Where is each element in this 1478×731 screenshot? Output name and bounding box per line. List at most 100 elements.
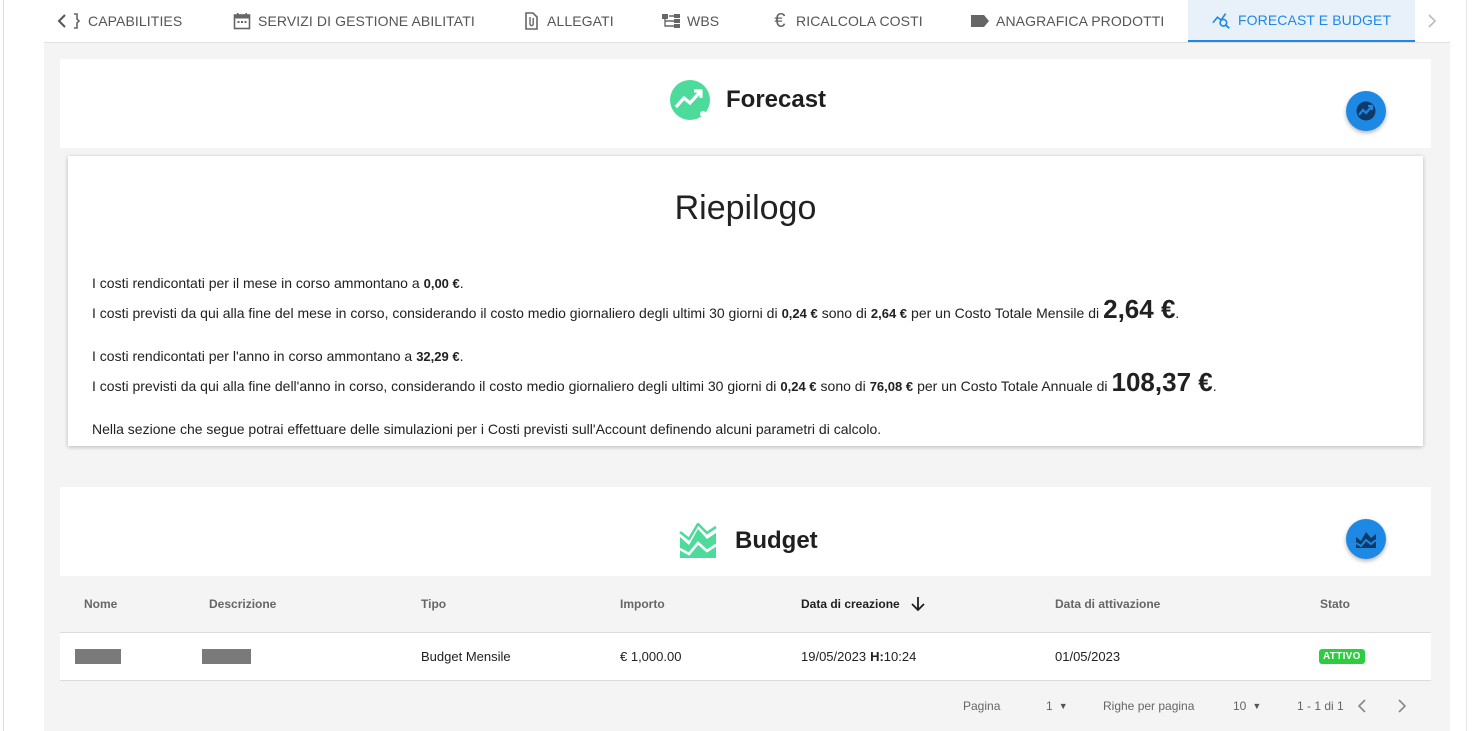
year-forecast-text: I costi previsti da qui alla fine dell'a…: [92, 378, 777, 394]
column-header-data-attivazione[interactable]: Data di attivazione: [1055, 576, 1160, 632]
year-total-suffix: .: [1212, 378, 1217, 394]
column-header-tipo[interactable]: Tipo: [421, 576, 446, 632]
year-current-suffix: .: [459, 348, 464, 364]
tab-capabilities[interactable]: CAPABILITIES: [68, 0, 182, 42]
budget-chart-icon: [1355, 532, 1377, 548]
page-label: Pagina: [963, 699, 1001, 713]
tab-label: CAPABILITIES: [88, 13, 183, 29]
cell-tipo: Budget Mensile: [421, 649, 511, 664]
chevron-left-icon: [1358, 699, 1366, 713]
cell-descrizione: [202, 633, 251, 680]
cell-nome: [75, 633, 121, 680]
rows-per-page-label: Righe per pagina: [1103, 699, 1195, 713]
year-total-value: 108,37 €: [1111, 367, 1213, 397]
budget-title: Budget: [679, 523, 818, 559]
tab-ricalcola-costi[interactable]: € RICALCOLA COSTI: [770, 0, 923, 42]
tab-bar: CAPABILITIES SERVIZI DI GESTIONE ABILITA…: [44, 0, 1450, 43]
budget-chart-button[interactable]: [1346, 519, 1386, 559]
redacted-block: [75, 649, 121, 664]
year-forecast-mid: sono di: [820, 378, 866, 394]
tab-label: WBS: [687, 13, 720, 29]
tab-forecast-budget[interactable]: FORECAST E BUDGET: [1188, 0, 1415, 42]
tab-label: FORECAST E BUDGET: [1238, 12, 1392, 28]
budget-title-text: Budget: [735, 527, 818, 554]
cell-stato: ATTIVO: [1319, 633, 1365, 680]
chevron-right-icon: [1398, 699, 1406, 713]
tab-wbs[interactable]: WBS: [661, 0, 719, 42]
forecast-chart-icon: [670, 80, 710, 120]
status-badge: ATTIVO: [1319, 649, 1365, 664]
year-daily-value: 0,24 €: [780, 379, 817, 394]
creation-date: 19/05/2023: [801, 649, 867, 664]
chevron-left-icon: [57, 14, 66, 28]
scrollbar[interactable]: [1462, 0, 1478, 731]
left-divider: [3, 0, 4, 731]
column-header-label: Data di creazione: [801, 597, 900, 611]
table-row[interactable]: Budget Mensile € 1,000.00 19/05/2023 H: …: [60, 633, 1431, 681]
month-current-text: I costi rendicontati per il mese in cors…: [92, 275, 420, 291]
page-select[interactable]: 1 ▼: [1046, 681, 1068, 731]
tab-label: SERVIZI DI GESTIONE ABILITATI: [258, 13, 475, 29]
tabs-scroll-right-button[interactable]: [1418, 0, 1446, 42]
month-forecast-value: 2,64 €: [870, 306, 908, 321]
caret-down-icon: ▼: [1058, 701, 1068, 711]
cell-importo: € 1,000.00: [620, 649, 682, 664]
year-current-value: 32,29 €: [416, 349, 460, 364]
creation-time: 10:24: [883, 649, 917, 664]
time-label: H:: [870, 649, 884, 664]
column-header-nome[interactable]: Nome: [84, 576, 117, 632]
budget-table-header: Nome Descrizione Tipo Importo Data di cr…: [60, 576, 1431, 633]
cell-data-creazione: 19/05/2023 H: 10:24: [801, 633, 916, 680]
page-range: 1 - 1 di 1: [1297, 699, 1344, 713]
tab-servizi[interactable]: SERVIZI DI GESTIONE ABILITATI: [232, 0, 475, 42]
year-current-line: I costi rendicontati per l'anno in corso…: [92, 348, 463, 364]
forecast-title: Forecast: [669, 79, 826, 121]
year-forecast-line: I costi previsti da qui alla fine dell'a…: [92, 367, 1217, 398]
column-header-data-creazione[interactable]: Data di creazione: [801, 576, 926, 632]
euro-icon: €: [774, 9, 786, 32]
arrow-down-icon: [911, 597, 925, 612]
summary-card: Riepilogo I costi rendicontati per il me…: [68, 156, 1423, 446]
chevron-right-icon: [1428, 14, 1437, 28]
month-forecast-line: I costi previsti da qui alla fine del me…: [92, 294, 1179, 325]
summary-title: Riepilogo: [674, 189, 817, 227]
month-total-value: 2,64 €: [1103, 294, 1176, 324]
analytics-icon: [1212, 10, 1232, 30]
month-current-suffix: .: [459, 275, 464, 291]
month-current-line: I costi rendicontati per il mese in cors…: [92, 275, 464, 291]
capabilities-icon: [72, 11, 80, 31]
month-daily-value: 0,24 €: [781, 306, 818, 321]
tab-label: RICALCOLA COSTI: [796, 13, 923, 29]
month-total-suffix: .: [1175, 305, 1180, 321]
year-forecast-value: 76,08 €: [869, 379, 914, 394]
column-header-stato[interactable]: Stato: [1320, 576, 1350, 632]
tab-allegati[interactable]: ALLEGATI: [521, 0, 614, 42]
rows-per-page-value: 10: [1233, 699, 1247, 713]
rows-per-page-select[interactable]: 10 ▼: [1233, 681, 1261, 731]
column-header-importo[interactable]: Importo: [620, 576, 665, 632]
simulation-note: Nella sezione che segue potrai effettuar…: [92, 421, 881, 437]
main-content: Forecast Riepilogo I costi rendicontati …: [44, 43, 1450, 731]
forecast-title-text: Forecast: [726, 86, 827, 113]
tag-icon: [970, 11, 990, 31]
next-page-button[interactable]: [1390, 694, 1414, 718]
month-forecast-text: I costi previsti da qui alla fine del me…: [92, 305, 778, 321]
forecast-header: Forecast: [60, 59, 1431, 148]
budget-chart-icon: [679, 523, 717, 558]
month-forecast-mid: sono di: [821, 305, 867, 321]
tab-label: ALLEGATI: [547, 13, 614, 29]
month-total-label: per un Costo Totale Mensile di: [911, 305, 1100, 321]
cell-data-attivazione: 01/05/2023: [1055, 649, 1121, 664]
hierarchy-icon: [661, 11, 681, 31]
paperclip-icon: [521, 11, 541, 31]
forecast-chart-button[interactable]: [1346, 91, 1386, 131]
column-header-descrizione[interactable]: Descrizione: [209, 576, 276, 632]
previous-page-button[interactable]: [1350, 694, 1374, 718]
redacted-block: [202, 649, 251, 664]
year-current-text: I costi rendicontati per l'anno in corso…: [92, 348, 413, 364]
tab-anagrafica-prodotti[interactable]: ANAGRAFICA PRODOTTI: [970, 0, 1164, 42]
forecast-chart-icon: [1356, 101, 1376, 121]
simulation-note-text: Nella sezione che segue potrai effettuar…: [92, 421, 882, 437]
year-total-label: per un Costo Totale Annuale di: [917, 378, 1108, 394]
page-select-value: 1: [1046, 699, 1053, 713]
